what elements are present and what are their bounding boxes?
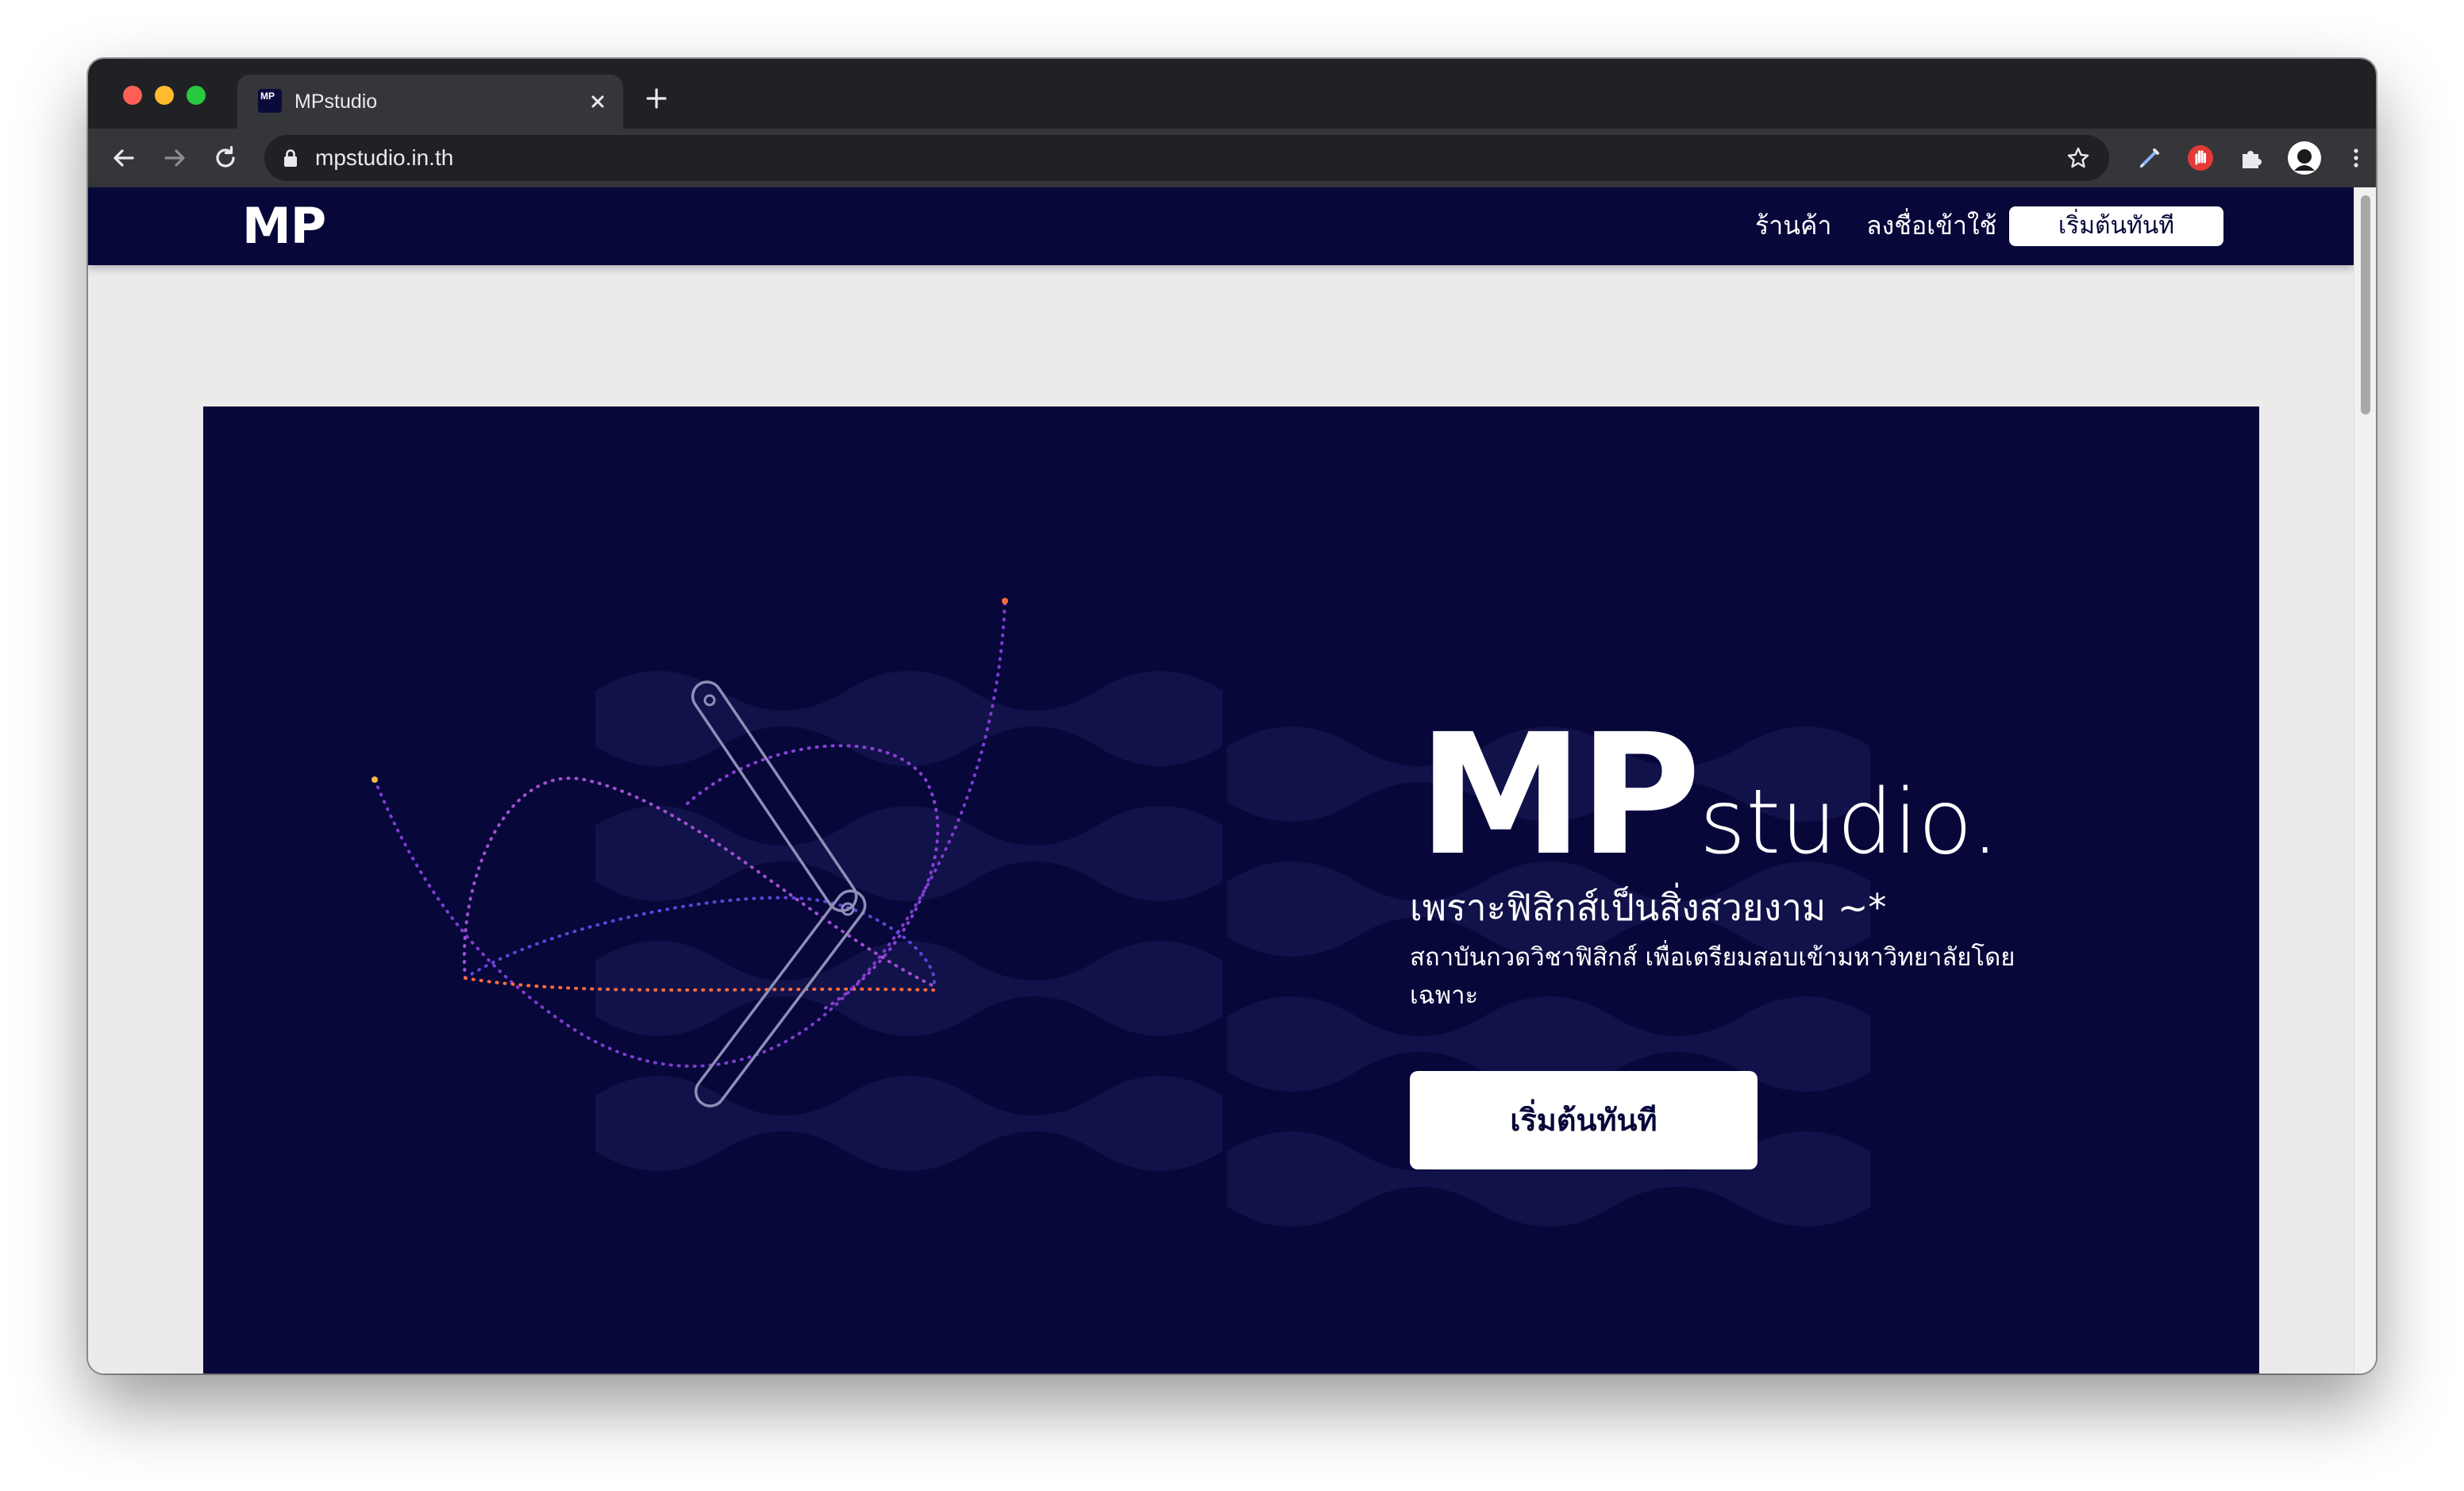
kebab-menu-icon[interactable]: [2341, 143, 2371, 173]
reload-icon[interactable]: [210, 143, 241, 173]
url-text: mpstudio.in.th: [315, 145, 454, 170]
brand-mp: MP: [1418, 698, 1701, 892]
browser-window: MP MPstudio mpstudio.in.th MP ร้านค้า ลง…: [88, 59, 2376, 1373]
tab-favicon-icon: MP: [258, 89, 282, 113]
block-extension-icon[interactable]: [2185, 143, 2216, 173]
forward-arrow-icon[interactable]: [160, 143, 190, 173]
lock-icon: [284, 149, 297, 167]
profile-avatar-icon[interactable]: [2287, 141, 2322, 175]
minimize-window-button[interactable]: [155, 86, 174, 105]
trail-start-dot: [372, 776, 378, 783]
scrollbar-thumb[interactable]: [2361, 195, 2370, 414]
star-icon[interactable]: [2066, 146, 2090, 170]
wave-pattern-left: [595, 671, 1222, 1171]
hero-section: MPstudio. เพราะฟิสิกส์เป็นสิ่งสวยงาม ~* …: [203, 406, 2259, 1373]
zoom-window-button[interactable]: [187, 86, 206, 105]
tab-strip: MP MPstudio: [88, 59, 2376, 129]
site-logo[interactable]: MP: [242, 195, 326, 257]
hero-get-started-button[interactable]: เริ่มต้นทันที: [1410, 1071, 1758, 1169]
browser-toolbar: mpstudio.in.th: [88, 129, 2376, 187]
new-tab-icon[interactable]: [644, 86, 669, 111]
close-window-button[interactable]: [123, 86, 142, 105]
site-navbar: MP ร้านค้า ลงชื่อเข้าใช้ เริ่มต้นทันที: [88, 187, 2354, 265]
browser-tab[interactable]: MP MPstudio: [237, 75, 623, 129]
page-scrollbar[interactable]: [2354, 187, 2376, 1373]
tab-close-icon[interactable]: [587, 91, 609, 113]
tab-title: MPstudio: [295, 91, 378, 113]
back-arrow-icon[interactable]: [109, 143, 139, 173]
hero-description: สถาบันกวดวิชาฟิสิกส์ เพื่อเตรียมสอบเข้าม…: [1410, 943, 2015, 1010]
hero-brand-title: MPstudio.: [1418, 712, 2000, 902]
pen-extension-icon[interactable]: [2135, 143, 2165, 173]
puzzle-extension-icon[interactable]: [2236, 143, 2266, 173]
address-bar[interactable]: mpstudio.in.th: [264, 135, 2109, 181]
page-viewport: MP ร้านค้า ลงชื่อเข้าใช้ เริ่มต้นทันที M…: [88, 187, 2376, 1373]
nav-link-shop[interactable]: ร้านค้า: [1755, 206, 1831, 245]
brand-studio: studio.: [1699, 771, 2000, 874]
nav-get-started-button[interactable]: เริ่มต้นทันที: [2009, 206, 2223, 246]
nav-link-sign-in[interactable]: ลงชื่อเข้าใช้: [1866, 206, 1996, 245]
trail-end-dot: [1002, 598, 1008, 604]
hero-tagline: เพราะฟิสิกส์เป็นสิ่งสวยงาม ~*: [1410, 886, 1887, 929]
